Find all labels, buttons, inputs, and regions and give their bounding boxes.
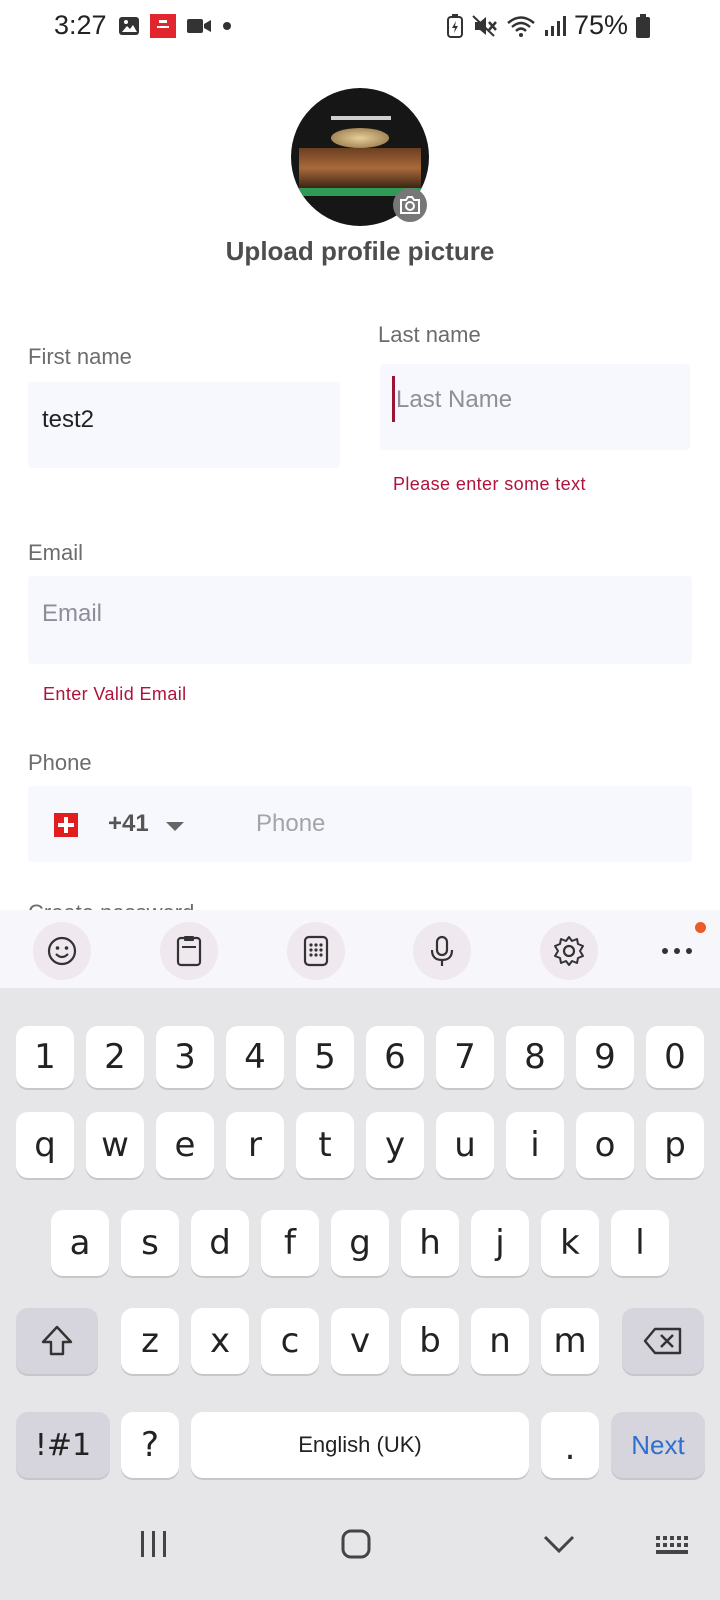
swiss-flag-icon — [54, 813, 78, 837]
question-key[interactable]: ? — [121, 1412, 179, 1478]
phone-label: Phone — [28, 750, 92, 775]
key-l[interactable]: l — [611, 1210, 669, 1276]
upload-profile-picture-label[interactable]: Upload profile picture — [0, 236, 720, 267]
shift-key[interactable] — [16, 1308, 98, 1374]
key-w[interactable]: w — [86, 1112, 144, 1178]
key-a[interactable]: a — [51, 1210, 109, 1276]
profile-picture[interactable] — [291, 88, 429, 226]
backspace-icon — [643, 1327, 682, 1355]
key-r[interactable]: r — [226, 1112, 284, 1178]
key-6[interactable]: 6 — [366, 1026, 424, 1088]
last-name-error: Please enter some text — [393, 474, 586, 494]
key-7[interactable]: 7 — [436, 1026, 494, 1088]
clipboard-icon[interactable] — [160, 922, 218, 980]
video-camera-icon — [187, 19, 211, 33]
keyboard-switch-icon[interactable] — [654, 1528, 692, 1560]
first-name-field[interactable]: test2 — [28, 382, 340, 468]
keyboard-toolbar — [0, 910, 720, 988]
key-o[interactable]: o — [576, 1112, 634, 1178]
key-y[interactable]: y — [366, 1112, 424, 1178]
key-z[interactable]: z — [121, 1308, 179, 1374]
battery-percent: 75% — [573, 10, 628, 40]
status-bar: 3:27 75% — [0, 0, 720, 52]
last-name-label: Last name — [378, 322, 481, 347]
symbols-key[interactable]: !#1 — [16, 1412, 110, 1478]
email-placeholder: Email — [42, 600, 103, 627]
recent-apps-icon[interactable] — [138, 1528, 170, 1560]
battery-saver-icon — [446, 13, 463, 38]
key-9[interactable]: 9 — [576, 1026, 634, 1088]
key-f[interactable]: f — [261, 1210, 319, 1276]
key-v[interactable]: v — [331, 1308, 389, 1374]
last-name-placeholder: Last Name — [396, 386, 513, 413]
country-code[interactable]: +41 — [108, 810, 149, 838]
backspace-key[interactable] — [622, 1308, 704, 1374]
key-1[interactable]: 1 — [16, 1026, 74, 1088]
key-c[interactable]: c — [261, 1308, 319, 1374]
emoji-icon[interactable] — [33, 922, 91, 980]
key-5[interactable]: 5 — [296, 1026, 354, 1088]
text-cursor — [392, 376, 395, 422]
email-error: Enter Valid Email — [43, 684, 187, 704]
hide-keyboard-icon[interactable] — [542, 1528, 576, 1560]
key-t[interactable]: t — [296, 1112, 354, 1178]
battery-icon — [636, 13, 650, 38]
phone-placeholder: Phone — [256, 810, 326, 837]
notification-dot — [695, 922, 706, 933]
gallery-icon — [119, 17, 139, 35]
period-key[interactable]: . — [541, 1412, 599, 1478]
key-8[interactable]: 8 — [506, 1026, 564, 1088]
microphone-icon[interactable] — [413, 922, 471, 980]
space-key[interactable]: English (UK) — [191, 1412, 529, 1478]
key-n[interactable]: n — [471, 1308, 529, 1374]
key-j[interactable]: j — [471, 1210, 529, 1276]
key-4[interactable]: 4 — [226, 1026, 284, 1088]
key-x[interactable]: x — [191, 1308, 249, 1374]
keypad-icon[interactable] — [287, 922, 345, 980]
next-key[interactable]: Next — [611, 1412, 705, 1478]
key-0[interactable]: 0 — [646, 1026, 704, 1088]
settings-icon[interactable] — [540, 922, 598, 980]
last-name-field[interactable]: Last Name — [380, 364, 690, 450]
key-p[interactable]: p — [646, 1112, 704, 1178]
email-field[interactable]: Email — [28, 576, 692, 664]
dot-icon — [223, 22, 231, 30]
camera-icon[interactable] — [393, 188, 427, 222]
home-icon[interactable] — [340, 1528, 372, 1560]
key-d[interactable]: d — [191, 1210, 249, 1276]
key-3[interactable]: 3 — [156, 1026, 214, 1088]
first-name-label: First name — [28, 344, 132, 369]
key-m[interactable]: m — [541, 1308, 599, 1374]
first-name-value: test2 — [42, 406, 95, 433]
key-q[interactable]: q — [16, 1112, 74, 1178]
key-i[interactable]: i — [506, 1112, 564, 1178]
key-u[interactable]: u — [436, 1112, 494, 1178]
mute-icon — [472, 14, 497, 37]
app-notification-icon — [150, 14, 176, 38]
signal-icon — [544, 15, 566, 36]
shift-icon — [41, 1325, 73, 1356]
wifi-icon — [507, 15, 535, 37]
chevron-down-icon[interactable] — [166, 822, 184, 831]
key-k[interactable]: k — [541, 1210, 599, 1276]
phone-field[interactable]: +41 Phone — [28, 786, 692, 862]
key-e[interactable]: e — [156, 1112, 214, 1178]
key-2[interactable]: 2 — [86, 1026, 144, 1088]
email-label: Email — [28, 540, 84, 565]
notification-icons — [118, 14, 232, 38]
key-s[interactable]: s — [121, 1210, 179, 1276]
key-g[interactable]: g — [331, 1210, 389, 1276]
key-h[interactable]: h — [401, 1210, 459, 1276]
navigation-bar — [0, 1490, 720, 1600]
status-time: 3:27 — [54, 10, 107, 40]
key-b[interactable]: b — [401, 1308, 459, 1374]
